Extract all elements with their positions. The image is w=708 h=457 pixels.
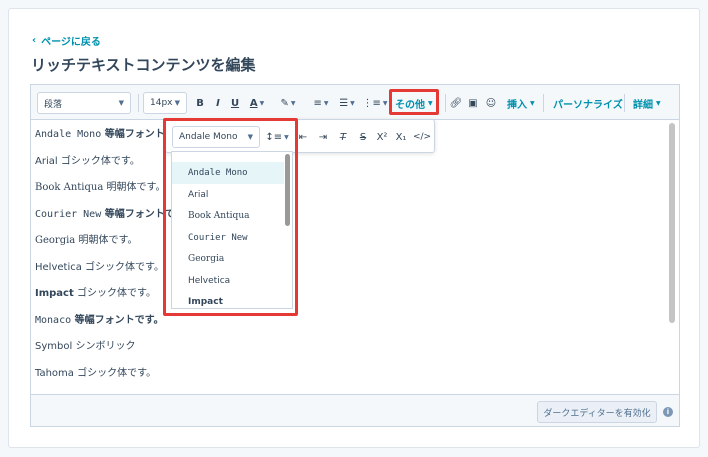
bold-button[interactable]: B [193,94,207,112]
chevron-down-icon: ▼ [382,99,388,107]
content-line-text: ゴシック体です。 [57,155,140,167]
details-label: 詳細 [633,99,653,111]
image-button[interactable]: ▣ [467,94,479,112]
content-line-font-name: Arial [35,155,58,167]
text-color-button[interactable]: A ▼ [245,94,269,112]
highlight-button[interactable]: ✎ ▼ [277,94,299,112]
back-to-page-link[interactable]: ‹ ページに戻る [32,33,101,48]
personalize-button[interactable]: パーソナライズ [553,94,623,112]
clear-format-button[interactable]: T̶ [336,128,350,146]
dark-editor-button[interactable]: ダークエディターを有効化 [537,401,657,423]
content-line: Monaco 等幅フォントです。 [35,311,164,326]
content-line: Book Antiqua 明朝体です。 [35,178,166,193]
content-line-font-name: Tahoma [35,367,74,379]
strikethrough-button[interactable]: S [356,128,370,146]
link-icon: 🔗︎ [449,97,463,109]
content-line: Helvetica ゴシック体です。 [35,258,164,273]
chevron-down-icon: ▼ [323,99,329,107]
content-line: Arial ゴシック体です。 [35,152,140,167]
editor-content[interactable]: Andale Mono 等幅フォントです。 Arial ゴシック体です。 Book … [31,121,667,393]
content-line: Impact ゴシック体です。 [35,284,156,299]
editor-scrollbar[interactable] [669,123,675,389]
toolbar-divider [138,94,139,112]
content-line-font-name: Courier New [35,208,102,220]
more-options-highlight [389,89,439,115]
content-line: Terminal 等幅フォントです。 [35,390,169,393]
content-line: Symbol シンボリック [35,337,135,352]
content-line-font-name: Georgia [35,235,76,246]
bullet-list-icon: ☰ [339,97,349,109]
block-format-value: 段落 [44,99,63,110]
chevron-down-icon: ▼ [656,99,661,107]
chevron-down-icon: ▼ [350,99,355,107]
back-link-label: ページに戻る [41,37,101,48]
indent-button[interactable]: ⇥ [316,128,330,146]
content-line: Tahoma ゴシック体です。 [35,364,156,379]
chevron-down-icon: ▼ [174,99,180,107]
toolbar-divider [624,94,625,112]
superscript-button[interactable]: X² [375,128,389,146]
page-title: リッチテキストコンテンツを編集 [31,56,256,74]
editor-footer: ダークエディターを有効化 i [31,394,679,426]
content-line-font-name: Helvetica [35,261,82,273]
content-line-text: ゴシック体です。 [73,367,157,379]
content-line-font-name: Andale Mono [35,129,102,140]
chevron-down-icon: ▼ [530,99,535,107]
editor-toolbar: 段落 ▼ 14px ▼ B I U A ▼ ✎ ▼ ≡ ▼ ☰ ▼ ⋮≡ ▼ そ… [31,85,679,120]
content-line-font-name: Monaco [35,314,72,326]
info-icon[interactable]: i [663,407,673,417]
image-icon: ▣ [468,97,478,109]
font-size-select[interactable]: 14px ▼ [143,92,187,114]
toolbar-divider [445,94,446,112]
chevron-down-icon: ▼ [259,99,265,107]
content-line-text: 等幅フォントです。 [71,314,164,326]
content-line-text: 明朝体です。 [103,182,166,193]
editor-scroll-thumb[interactable] [669,123,675,323]
outdent-icon: ⇤ [298,131,308,143]
font-dropdown-highlight [163,118,298,316]
insert-button[interactable]: 挿入 ▼ [507,94,535,112]
chevron-down-icon: ▼ [290,99,296,107]
strikethrough-icon: S [359,131,367,143]
content-line-font-name: Book Antiqua [35,182,104,193]
numbered-list-button[interactable]: ⋮≡ ▼ [362,94,388,112]
toolbar-divider [543,94,544,112]
align-left-icon: ≡ [313,97,322,109]
indent-icon: ⇥ [318,131,328,143]
details-button[interactable]: 詳細 ▼ [633,94,661,112]
subscript-button[interactable]: X₁ [394,128,408,146]
bullet-list-button[interactable]: ☰ ▼ [336,94,358,112]
smiley-icon: ☺ [485,97,497,109]
clear-format-icon: T̶ [339,131,347,143]
chevron-left-icon: ‹ [32,35,37,46]
outdent-button[interactable]: ⇤ [296,128,310,146]
font-size-value: 14px [150,98,173,108]
content-line-text: シンボリック [72,341,136,352]
content-line-font-name: Symbol [35,341,73,352]
content-line-text: ゴシック体です。 [73,288,156,299]
content-line-text: 明朝体です。 [75,235,138,246]
content-line: Georgia 明朝体です。 [35,231,137,246]
align-button[interactable]: ≡ ▼ [310,94,332,112]
content-line-font-name: Impact [35,288,74,299]
text-color-icon: A [249,97,258,109]
emoji-button[interactable]: ☺ [485,94,497,112]
chevron-down-icon: ▼ [118,99,124,107]
code-button[interactable]: </> [413,128,431,146]
highlighter-icon: ✎ [280,97,289,109]
content-line-text: ゴシック体です。 [81,261,165,273]
block-format-select[interactable]: 段落 ▼ [37,92,131,114]
numbered-list-icon: ⋮≡ [362,97,381,109]
underline-button[interactable]: U [228,94,242,112]
italic-button[interactable]: I [211,94,225,112]
insert-label: 挿入 [507,99,527,111]
link-button[interactable]: 🔗︎ [449,94,463,112]
